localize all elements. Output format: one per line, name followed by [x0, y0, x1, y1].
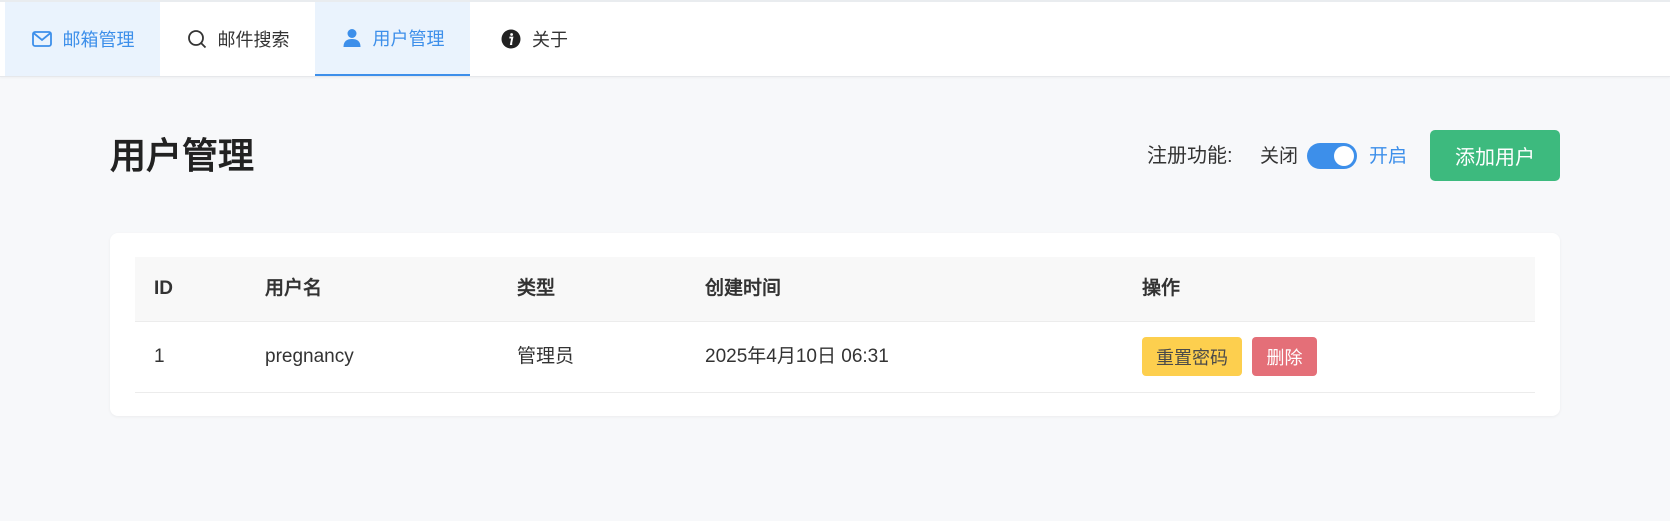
table-row: 1 pregnancy 管理员 2025年4月10日 06:31 重置密码 删除 [135, 321, 1535, 393]
tab-user-management[interactable]: 用户管理 [315, 2, 470, 76]
cell-id: 1 [154, 346, 165, 367]
registration-off-label: 关闭 [1260, 146, 1299, 167]
tab-label: 邮箱管理 [62, 30, 135, 50]
column-header-actions: 操作 [1142, 278, 1181, 299]
user-icon [341, 27, 363, 49]
mail-icon [31, 28, 53, 50]
page-title: 用户管理 [110, 135, 255, 176]
registration-toggle[interactable] [1307, 143, 1357, 169]
add-user-button[interactable]: 添加用户 [1430, 130, 1560, 181]
table-header: ID 用户名 类型 创建时间 操作 [135, 257, 1535, 322]
cell-created: 2025年4月10日 06:31 [705, 346, 889, 367]
delete-user-button[interactable]: 删除 [1252, 337, 1317, 376]
toggle-knob [1334, 146, 1354, 166]
top-nav: 邮箱管理 邮件搜索 用户管理 关于 [0, 0, 1670, 77]
reset-password-button[interactable]: 重置密码 [1142, 337, 1242, 376]
tab-mailbox-management[interactable]: 邮箱管理 [5, 2, 160, 76]
users-table-card: ID 用户名 类型 创建时间 操作 1 pregnancy 管理员 2025年4… [110, 233, 1560, 416]
info-icon [500, 28, 522, 50]
search-icon [186, 28, 208, 50]
column-header-created: 创建时间 [705, 278, 782, 299]
cell-username: pregnancy [265, 346, 354, 367]
registration-label: 注册功能: [1147, 145, 1233, 167]
tab-mail-search[interactable]: 邮件搜索 [160, 2, 315, 76]
tab-about[interactable]: 关于 [470, 2, 598, 76]
column-header-type: 类型 [517, 278, 556, 299]
column-header-id: ID [154, 278, 173, 299]
tab-label: 邮件搜索 [217, 30, 290, 50]
cell-type: 管理员 [517, 346, 575, 367]
registration-on-label: 开启 [1369, 146, 1408, 167]
tab-label: 关于 [532, 30, 568, 50]
tab-label: 用户管理 [372, 29, 445, 49]
column-header-username: 用户名 [265, 278, 323, 299]
